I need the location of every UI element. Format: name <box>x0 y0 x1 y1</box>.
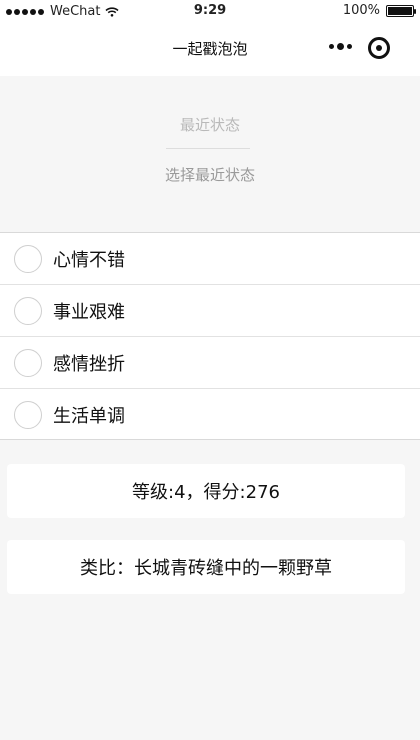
option-label: 生活单调 <box>53 406 125 427</box>
option-item[interactable]: 感情挫折 <box>0 337 420 389</box>
recent-status-subtitle: 选择最近状态 <box>164 166 255 184</box>
recent-status-header: 最近状态 选择最近状态 <box>0 76 420 232</box>
radio-button[interactable] <box>14 244 42 273</box>
battery-icon <box>386 4 416 17</box>
score-card: 等级:4，得分:276 <box>7 464 405 518</box>
option-item[interactable]: 生活单调 <box>0 389 420 441</box>
title-divider <box>166 148 250 149</box>
option-item[interactable]: 心情不错 <box>0 233 420 285</box>
score-text: 等级:4，得分:276 <box>132 482 280 503</box>
radio-button[interactable] <box>14 401 42 429</box>
status-right: 100% <box>342 3 416 18</box>
record-target-icon[interactable] <box>368 37 390 59</box>
option-label: 心情不错 <box>53 249 125 271</box>
option-label: 感情挫折 <box>53 353 125 375</box>
more-dots-icon[interactable] <box>329 43 352 50</box>
recent-status-title: 最近状态 <box>179 116 240 134</box>
option-label: 事业艰难 <box>53 301 125 323</box>
page-title: 一起戳泡泡 <box>172 40 248 58</box>
status-options-list: 心情不错 事业艰难 感情挫折 生活单调 <box>0 232 420 440</box>
status-bar: WeChat 9:29 100% <box>0 0 420 24</box>
radio-button[interactable] <box>14 296 42 325</box>
option-item[interactable]: 事业艰难 <box>0 285 420 337</box>
radio-button[interactable] <box>14 348 42 377</box>
battery-percent: 100% <box>342 3 380 18</box>
navigation-bar: 一起戳泡泡 <box>0 24 420 76</box>
analogy-card: 类比：长城青砖缝中的一颗野草 <box>7 540 405 594</box>
analogy-text: 类比：长城青砖缝中的一颗野草 <box>80 558 332 579</box>
